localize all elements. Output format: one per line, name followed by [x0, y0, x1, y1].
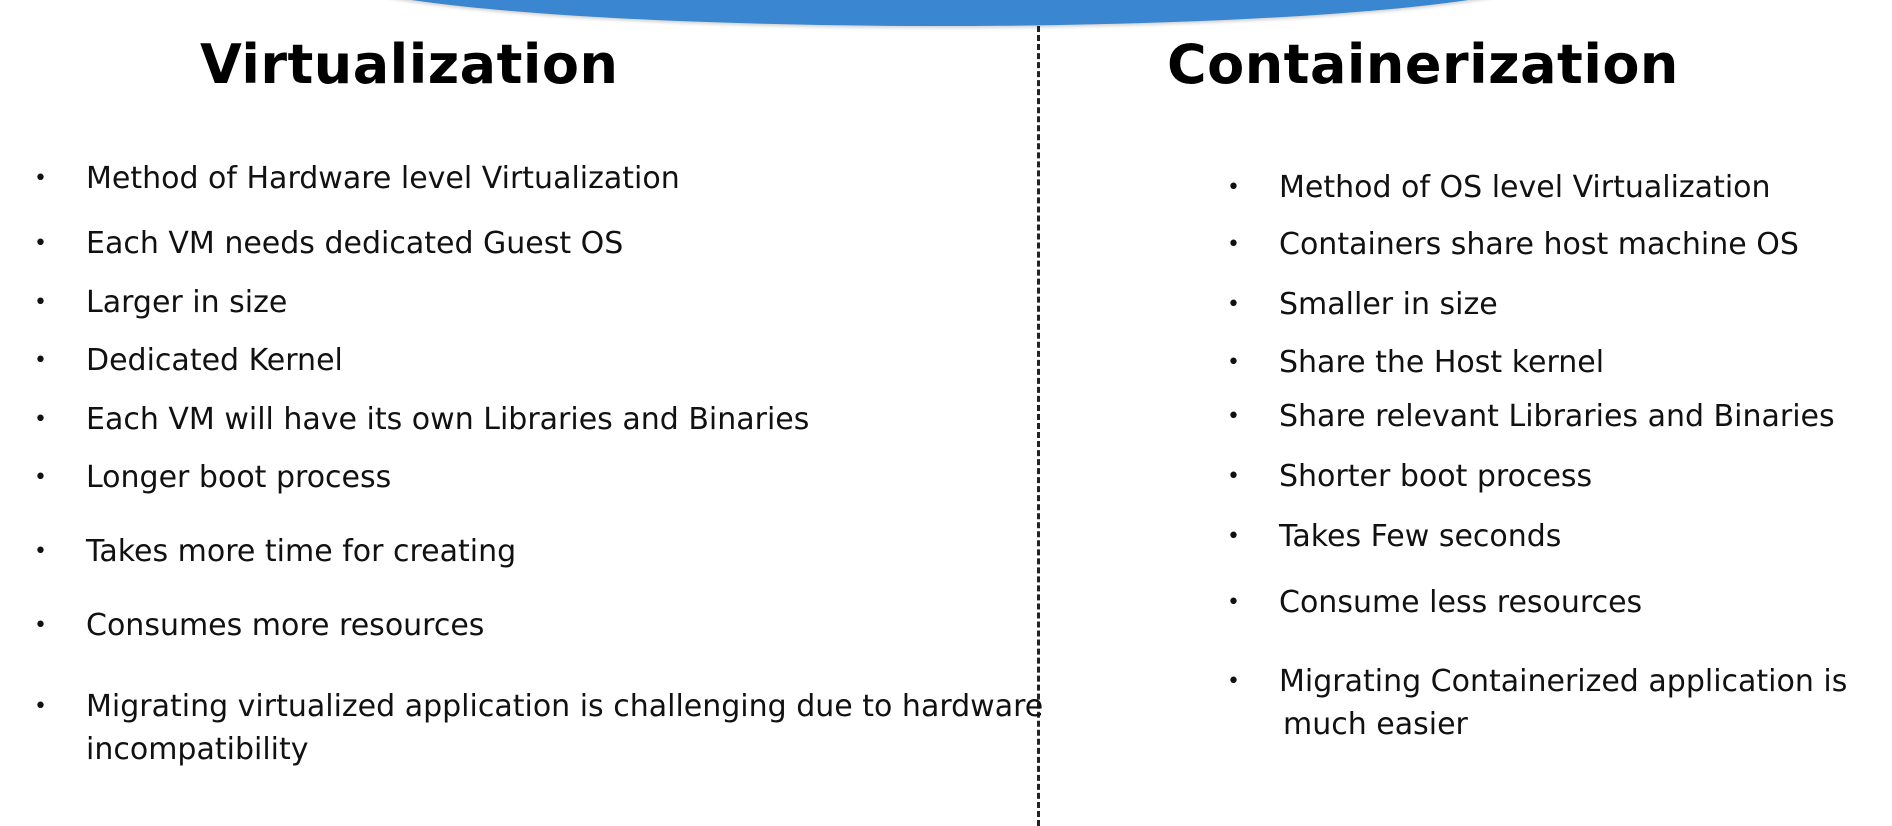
- containerization-title: Containerization: [1167, 33, 1679, 96]
- bullet-icon: •: [34, 290, 47, 315]
- list-item-text: Share relevant Libraries and Binaries: [1279, 399, 1835, 434]
- list-item-text: Dedicated Kernel: [86, 343, 343, 378]
- bullet-icon: •: [1227, 350, 1240, 375]
- list-item-text: Each VM needs dedicated Guest OS: [86, 226, 624, 261]
- bullet-icon: •: [34, 407, 47, 432]
- bullet-icon: •: [34, 613, 47, 638]
- header-arc-decoration: [330, 0, 1550, 26]
- list-item-text: Consume less resources: [1279, 585, 1643, 620]
- list-item-text: Each VM will have its own Libraries and …: [86, 402, 810, 437]
- list-item-text: Shorter boot process: [1279, 459, 1593, 494]
- bullet-icon: •: [34, 166, 47, 191]
- list-item-text: incompatibility: [86, 732, 309, 767]
- bullet-icon: •: [1227, 175, 1240, 200]
- bullet-icon: •: [1227, 232, 1240, 257]
- list-item-text: Smaller in size: [1279, 287, 1498, 322]
- bullet-icon: •: [1227, 524, 1240, 549]
- bullet-icon: •: [34, 694, 47, 719]
- bullet-icon: •: [1227, 292, 1240, 317]
- bullet-icon: •: [1227, 464, 1240, 489]
- list-item-text: Migrating Containerized application is: [1279, 664, 1848, 699]
- list-item-text: Consumes more resources: [86, 608, 485, 643]
- bullet-icon: •: [34, 465, 47, 490]
- list-item-text: Larger in size: [86, 285, 288, 320]
- list-item-text: Containers share host machine OS: [1279, 227, 1799, 262]
- bullet-icon: •: [34, 539, 47, 564]
- list-item-text: Method of Hardware level Virtualization: [86, 161, 680, 196]
- list-item-text: Longer boot process: [86, 460, 392, 495]
- list-item-text: Migrating virtualized application is cha…: [86, 689, 1044, 724]
- bullet-icon: •: [1227, 404, 1240, 429]
- bullet-icon: •: [1227, 669, 1240, 694]
- list-item-text: Takes more time for creating: [86, 534, 517, 569]
- bullet-icon: •: [34, 348, 47, 373]
- list-item-text: Method of OS level Virtualization: [1279, 170, 1771, 205]
- list-item-text: much easier: [1283, 707, 1468, 742]
- bullet-icon: •: [34, 231, 47, 256]
- virtualization-title: Virtualization: [200, 33, 619, 96]
- list-item-text: Share the Host kernel: [1279, 345, 1605, 380]
- list-item-text: Takes Few seconds: [1279, 519, 1562, 554]
- bullet-icon: •: [1227, 590, 1240, 615]
